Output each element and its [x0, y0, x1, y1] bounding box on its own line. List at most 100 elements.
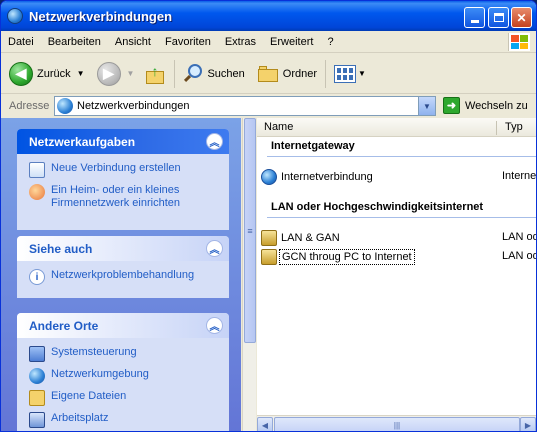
task-pane-scrollbar[interactable]: ≡: [242, 118, 256, 431]
scrollbar-thumb[interactable]: ≡: [244, 118, 256, 343]
search-button[interactable]: Suchen: [183, 59, 245, 89]
group-divider: [267, 217, 536, 218]
network-tasks-header[interactable]: Netzwerkaufgaben ︽: [17, 129, 229, 154]
menu-extras[interactable]: Extras: [218, 36, 263, 48]
place-label: Netzwerkumgebung: [51, 368, 149, 380]
close-icon: ✕: [516, 10, 527, 25]
group-divider: [267, 156, 536, 157]
search-label: Suchen: [207, 67, 245, 80]
toolbar-separator: [174, 59, 176, 88]
place-network-places[interactable]: Netzwerkumgebung: [29, 368, 219, 384]
task-troubleshoot[interactable]: i Netzwerkproblembehandlung: [29, 269, 219, 285]
list-item[interactable]: LAN & GAN LAN od: [261, 229, 537, 246]
column-divider[interactable]: [496, 121, 497, 135]
close-button[interactable]: ✕: [511, 7, 532, 28]
column-type-header[interactable]: Typ: [505, 121, 523, 133]
new-connection-icon: [29, 162, 45, 178]
connection-type: LAN od: [502, 231, 537, 243]
place-label: Systemsteuerung: [51, 346, 137, 358]
window-title: Netzwerkverbindungen: [29, 8, 173, 24]
folders-label: Ordner: [282, 67, 318, 80]
connection-name: GCN throug PC to Internet: [279, 248, 415, 265]
folders-icon: [257, 65, 279, 83]
list-horizontal-scrollbar[interactable]: ◀ ||| ▶: [257, 415, 536, 431]
network-connections-icon: [57, 98, 73, 114]
up-folder-button[interactable]: ↑: [144, 59, 166, 89]
collapse-icon[interactable]: ︽: [206, 133, 223, 150]
back-button[interactable]: ◀ Zurück ▼: [9, 59, 85, 89]
network-tasks-title: Netzwerkaufgaben: [29, 134, 136, 149]
task-new-connection[interactable]: Neue Verbindung erstellen: [29, 162, 219, 178]
network-connections-icon: [7, 8, 23, 24]
menu-bearbeiten[interactable]: Bearbeiten: [41, 36, 108, 48]
collapse-icon[interactable]: ︽: [206, 240, 223, 257]
forward-dropdown-icon[interactable]: ▼: [127, 69, 135, 78]
place-label: Eigene Dateien: [51, 390, 127, 402]
minimize-button[interactable]: [464, 7, 485, 28]
go-arrow-icon: ➜: [443, 97, 460, 114]
internet-connection-icon: [261, 168, 277, 185]
other-places-panel: Andere Orte ︽ Systemsteuerung Netzwerkum…: [17, 313, 229, 431]
grip-icon: ≡: [247, 225, 253, 236]
place-label: Arbeitsplatz: [51, 412, 109, 424]
menu-favoriten[interactable]: Favoriten: [158, 36, 218, 48]
see-also-title: Siehe auch: [29, 241, 93, 256]
explorer-window: Netzwerkverbindungen ✕ Datei Bearbeiten …: [0, 0, 537, 432]
list-item[interactable]: GCN throug PC to Internet LAN od: [261, 248, 537, 265]
forward-button[interactable]: ▶ ▼: [96, 59, 135, 89]
go-button[interactable]: ➜ Wechseln zu: [443, 97, 528, 114]
views-icon: [334, 64, 357, 83]
views-button[interactable]: ▼: [334, 59, 366, 89]
back-dropdown-icon[interactable]: ▼: [77, 69, 85, 78]
forward-arrow-icon: ▶: [96, 61, 121, 86]
place-control-panel[interactable]: Systemsteuerung: [29, 346, 219, 362]
connection-type: Interne: [502, 170, 537, 182]
column-name-header[interactable]: Name: [264, 121, 293, 133]
up-folder-icon: ↑: [144, 63, 166, 85]
connection-name: Internetverbindung: [281, 170, 373, 183]
task-label: Ein Heim- oder ein kleines Firmennetzwer…: [51, 184, 180, 209]
folders-button[interactable]: Ordner: [257, 59, 317, 89]
menu-erweitert[interactable]: Erweitert: [263, 36, 320, 48]
connection-type: LAN od: [502, 250, 537, 262]
address-input[interactable]: Netzwerkverbindungen ▼: [54, 96, 436, 116]
menu-bar: Datei Bearbeiten Ansicht Favoriten Extra…: [1, 31, 536, 53]
address-value: Netzwerkverbindungen: [77, 100, 190, 112]
my-documents-icon: [29, 390, 45, 406]
address-dropdown-icon[interactable]: ▼: [418, 97, 435, 115]
lan-connection-icon: [261, 229, 277, 246]
address-bar: Adresse Netzwerkverbindungen ▼ ➜ Wechsel…: [1, 95, 536, 117]
network-tasks-panel: Netzwerkaufgaben ︽ Neue Verbindung erste…: [17, 129, 229, 230]
scrollbar-thumb[interactable]: |||: [274, 417, 520, 431]
list-header: Name Typ: [257, 118, 536, 137]
views-dropdown-icon[interactable]: ▼: [358, 69, 366, 78]
maximize-button[interactable]: [488, 7, 509, 28]
toolbar: ◀ Zurück ▼ ▶ ▼ ↑ Suchen Ordner ▼: [1, 54, 536, 94]
task-home-network[interactable]: Ein Heim- oder ein kleines Firmennetzwer…: [29, 184, 219, 210]
other-places-title: Andere Orte: [29, 318, 99, 333]
menu-ansicht[interactable]: Ansicht: [108, 36, 158, 48]
info-icon: i: [29, 269, 45, 285]
place-my-computer[interactable]: Arbeitsplatz: [29, 412, 219, 428]
control-panel-icon: [29, 346, 45, 362]
my-computer-icon: [29, 412, 45, 428]
back-label: Zurück: [37, 67, 71, 80]
windows-logo-icon: [508, 33, 530, 51]
lan-connection-icon: [261, 248, 277, 265]
task-label: Netzwerkproblembehandlung: [51, 269, 195, 281]
search-icon: [183, 63, 203, 84]
task-label: Neue Verbindung erstellen: [51, 162, 181, 174]
scroll-left-icon: ◀: [261, 420, 269, 430]
menu-datei[interactable]: Datei: [1, 36, 41, 48]
home-network-icon: [29, 184, 45, 200]
other-places-header[interactable]: Andere Orte ︽: [17, 313, 229, 338]
scroll-right-button[interactable]: ▶: [520, 417, 536, 431]
collapse-icon[interactable]: ︽: [206, 317, 223, 334]
menu-help[interactable]: ?: [320, 36, 340, 48]
see-also-header[interactable]: Siehe auch ︽: [17, 236, 229, 261]
list-item[interactable]: Internetverbindung Interne: [261, 168, 537, 185]
maximize-icon: [493, 13, 504, 22]
scroll-left-button[interactable]: ◀: [257, 417, 273, 431]
place-my-documents[interactable]: Eigene Dateien: [29, 390, 219, 406]
title-bar[interactable]: Netzwerkverbindungen ✕: [1, 1, 536, 31]
